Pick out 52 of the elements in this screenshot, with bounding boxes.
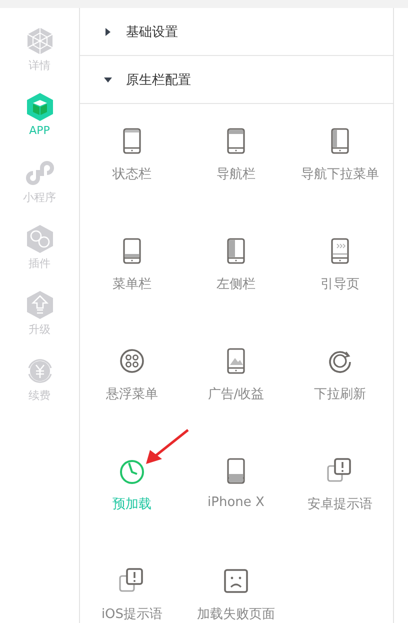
sidebar-item[interactable]: APP <box>4 92 74 145</box>
config-label: 菜单栏 <box>112 276 152 293</box>
config-item[interactable]: 导航下拉菜单 <box>288 104 392 214</box>
alert-icon <box>118 567 146 595</box>
clock-icon <box>118 457 146 485</box>
sidebar-label: 小程序 <box>23 190 56 205</box>
config-item[interactable]: 广告/收益 <box>184 324 288 434</box>
config-label: 广告/收益 <box>208 386 264 403</box>
sidebar-label: APP <box>29 124 50 137</box>
config-item[interactable]: 下拉刷新 <box>288 324 392 434</box>
config-item[interactable]: 安卓提示语 <box>288 434 392 544</box>
caret-right-icon <box>104 28 112 36</box>
config-label: iOS提示语 <box>101 606 163 623</box>
sidebar-label: 插件 <box>28 256 50 271</box>
sidebar-label: 升级 <box>28 322 50 337</box>
config-item[interactable]: 左侧栏 <box>184 214 288 324</box>
web-icon <box>24 26 54 56</box>
grid-circle-icon <box>118 347 146 375</box>
sidebar-label: 详情 <box>28 58 50 73</box>
config-label: iPhone X <box>208 495 264 510</box>
sidebar-label: 续费 <box>28 388 50 403</box>
config-label: 下拉刷新 <box>314 386 366 403</box>
config-item[interactable]: iOS提示语 <box>80 544 184 623</box>
config-label: 加载失败页面 <box>197 606 275 623</box>
link-icon <box>24 158 54 188</box>
caret-down-icon <box>104 76 112 84</box>
sad-face-icon <box>222 567 250 595</box>
alert-icon <box>326 457 354 485</box>
section-header[interactable]: 基础设置 <box>80 8 393 56</box>
app-cube-icon <box>24 92 54 122</box>
section-title: 基础设置 <box>126 24 178 40</box>
config-label: 引导页 <box>320 276 360 293</box>
config-item[interactable]: 菜单栏 <box>80 214 184 324</box>
config-item[interactable]: 状态栏 <box>80 104 184 214</box>
config-label: 状态栏 <box>112 166 152 183</box>
config-label: 导航下拉菜单 <box>301 166 379 183</box>
config-label: 安卓提示语 <box>308 496 372 513</box>
upgrade-arrow-icon <box>24 290 54 320</box>
config-item[interactable]: 悬浮菜单 <box>80 324 184 434</box>
config-label: 左侧栏 <box>216 276 256 293</box>
config-label: 导航栏 <box>216 166 256 183</box>
config-item[interactable]: 导航栏 <box>184 104 288 214</box>
config-item[interactable]: iPhone X <box>184 434 288 544</box>
config-item[interactable]: 引导页 <box>288 214 392 324</box>
annotation-arrow <box>146 429 189 464</box>
config-item[interactable]: 预加载 <box>80 434 184 544</box>
plugin-icon <box>24 224 54 254</box>
section-header[interactable]: 原生栏配置 <box>80 56 393 104</box>
config-label: 预加载 <box>112 496 152 513</box>
config-item[interactable]: 加载失败页面 <box>184 544 288 623</box>
section-title: 原生栏配置 <box>126 72 191 88</box>
config-label: 悬浮菜单 <box>106 386 158 403</box>
